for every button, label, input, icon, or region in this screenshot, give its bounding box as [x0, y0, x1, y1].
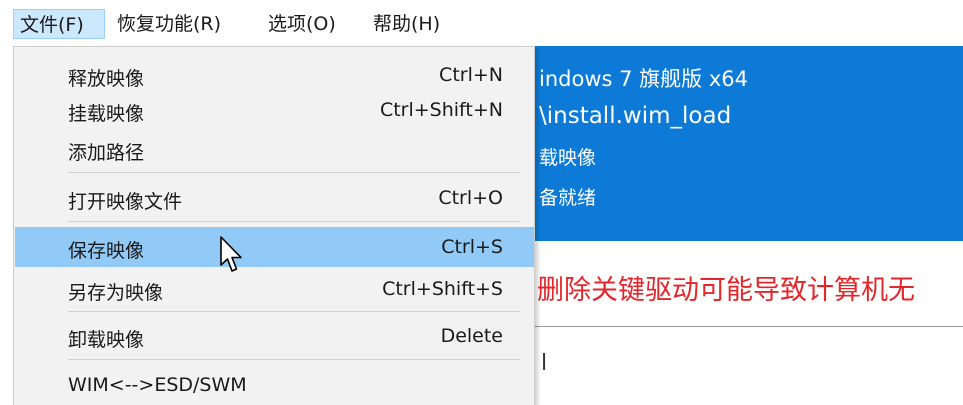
menu-item-shortcut: Ctrl+O: [438, 187, 503, 209]
menu-item-label: 挂载映像: [68, 103, 145, 125]
menu-item-shortcut: Delete: [440, 325, 503, 347]
menu-item-label: 释放映像: [68, 68, 145, 90]
menu-item-label: 添加路径: [68, 142, 145, 164]
menu-item-shortcut: Ctrl+S: [441, 236, 503, 258]
menu-item-wim-esd-swm[interactable]: WIM<-->ESD/SWM: [15, 367, 534, 403]
menu-item-extract-image[interactable]: 释放映像 Ctrl+N: [15, 57, 534, 93]
driver-warning-text: 删除关键驱动可能导致计算机无: [537, 275, 915, 306]
menu-file[interactable]: 文件(F): [13, 9, 105, 39]
mouse-cursor-icon: [220, 236, 242, 272]
menu-separator: [68, 172, 520, 173]
menu-item-label: 打开映像文件: [68, 191, 183, 213]
image-path-text: \install.wim_load: [539, 103, 732, 129]
menu-item-mount-image[interactable]: 挂载映像 Ctrl+Shift+N: [15, 92, 534, 128]
image-edition-text: indows 7 旗舰版 x64: [539, 67, 748, 91]
menu-item-shortcut: Ctrl+Shift+N: [379, 99, 503, 121]
file-menu-dropdown: 释放映像 Ctrl+N 挂载映像 Ctrl+Shift+N 添加路径 打开映像文…: [13, 46, 535, 405]
menu-help[interactable]: 帮助(H): [367, 9, 446, 39]
image-status-text: 载映像: [539, 147, 597, 169]
menu-item-unmount-image[interactable]: 卸载映像 Delete: [15, 318, 534, 354]
menu-item-shortcut: Ctrl+Shift+S: [382, 278, 503, 300]
menu-separator: [68, 221, 520, 222]
menu-item-label: 卸载映像: [68, 329, 145, 351]
ready-status-text: 备就绪: [539, 187, 597, 209]
partial-list-text: l: [541, 351, 548, 376]
image-info-panel: indows 7 旗舰版 x64 \install.wim_load 载映像 备…: [535, 46, 963, 241]
menu-item-save-as-image[interactable]: 另存为映像 Ctrl+Shift+S: [15, 271, 534, 307]
menu-recovery[interactable]: 恢复功能(R): [111, 9, 227, 39]
menu-item-open-image-file[interactable]: 打开映像文件 Ctrl+O: [15, 180, 534, 216]
menu-options[interactable]: 选项(O): [262, 9, 342, 39]
menu-separator: [68, 359, 520, 360]
menu-item-save-image[interactable]: 保存映像 Ctrl+S: [15, 227, 534, 267]
menu-item-label: WIM<-->ESD/SWM: [68, 374, 247, 396]
content-divider: [535, 326, 963, 327]
menu-item-shortcut: Ctrl+N: [439, 64, 503, 86]
menu-bar: 文件(F) 恢复功能(R) 选项(O) 帮助(H): [0, 0, 963, 42]
menu-item-label: 另存为映像: [68, 282, 164, 304]
menu-item-add-path[interactable]: 添加路径: [15, 131, 534, 167]
menu-separator: [68, 311, 520, 312]
menu-item-label: 保存映像: [68, 240, 145, 262]
